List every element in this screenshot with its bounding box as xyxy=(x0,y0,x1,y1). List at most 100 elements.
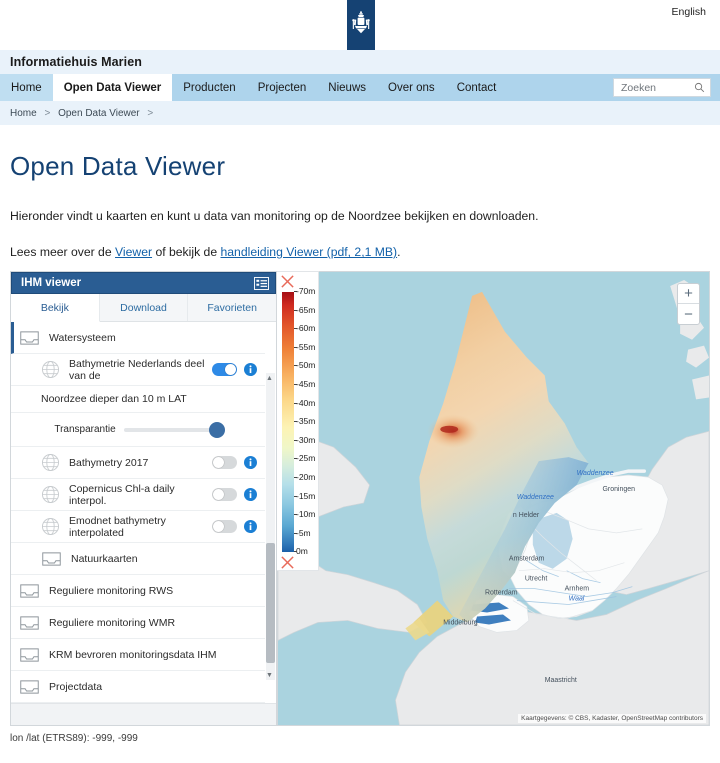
links-prefix: Lees meer over de xyxy=(10,245,116,260)
layer-tree-scrollbar[interactable]: ▲ ▼ xyxy=(266,373,275,680)
viewer-side-panel: IHM viewer Bekijk Download Favorieten Wa… xyxy=(10,271,277,726)
layer-visibility-toggle[interactable] xyxy=(212,488,237,501)
search-input[interactable] xyxy=(619,80,694,95)
tree-layer-label: Copernicus Chl-a daily interpol. xyxy=(69,482,175,507)
tree-layer-bathymetry-2017[interactable]: Bathymetry 2017 xyxy=(11,447,265,479)
breadcrumb-item-home[interactable]: Home xyxy=(10,108,37,119)
tree-group-reguliere-monitoring-rws[interactable]: Reguliere monitoring RWS xyxy=(11,575,265,607)
viewer-link[interactable]: Viewer xyxy=(115,245,152,259)
tree-group-krm-bevroren-monitoringsdata[interactable]: KRM bevroren monitoringsdata IHM xyxy=(11,639,265,671)
scrollbar-thumb[interactable] xyxy=(266,543,275,663)
globe-icon xyxy=(41,485,60,504)
toggle-knob xyxy=(213,457,224,468)
info-icon[interactable] xyxy=(244,456,257,469)
list-menu-icon[interactable] xyxy=(254,276,269,290)
nav-item-projecten[interactable]: Projecten xyxy=(247,74,318,101)
globe-icon xyxy=(41,453,60,472)
links-middle: of bekijk de xyxy=(152,245,221,260)
layer-tree: Watersysteem Bathymetrie Nederlands deel… xyxy=(11,322,276,703)
transparency-label: Transparantie xyxy=(54,424,116,435)
handleiding-pdf-link[interactable]: handleiding Viewer (pdf, 2,1 MB) xyxy=(221,245,398,259)
map-graphics: Waddenzee Waddenzee Groningen n Helder A… xyxy=(278,272,709,725)
tree-group-label: Watersysteem xyxy=(49,331,116,344)
language-switch-link[interactable]: English xyxy=(672,6,706,18)
layer-visibility-toggle[interactable] xyxy=(212,520,237,533)
tree-group-label: KRM bevroren monitoringsdata IHM xyxy=(49,648,217,661)
nav-item-over-ons[interactable]: Over ons xyxy=(377,74,446,101)
legend-tick: -20m xyxy=(293,472,316,482)
tree-layer-emodnet-bathymetry[interactable]: Emodnet bathymetry interpolated xyxy=(11,511,265,543)
info-icon[interactable] xyxy=(244,488,257,501)
folder-icon xyxy=(20,647,39,662)
close-x-icon-bottom[interactable] xyxy=(280,555,295,570)
map-label-den-helder: n Helder xyxy=(513,512,540,519)
search-box[interactable] xyxy=(613,78,711,97)
legend-tick: -25m xyxy=(293,453,316,464)
map-label-waddenzee-2: Waddenzee xyxy=(517,494,554,501)
government-top-bar: English xyxy=(0,0,720,50)
breadcrumb-separator: > xyxy=(44,107,51,119)
scroll-up-arrow[interactable]: ▲ xyxy=(265,373,274,383)
tree-layer-label: Bathymetrie Nederlands deel van de xyxy=(69,357,205,382)
tab-download[interactable]: Download xyxy=(100,294,189,321)
tab-favorieten[interactable]: Favorieten xyxy=(188,294,276,321)
map-label-middelburg: Middelburg xyxy=(443,619,478,626)
search-icon[interactable] xyxy=(694,82,705,93)
transparency-slider[interactable] xyxy=(123,421,225,438)
breadcrumb-separator-2: > xyxy=(147,107,154,119)
map-label-waddenzee-1: Waddenzee xyxy=(577,470,614,477)
tree-layer-subtitle: Noordzee dieper dan 10 m LAT xyxy=(11,386,265,413)
info-icon[interactable] xyxy=(244,520,257,533)
breadcrumb-item-open-data-viewer[interactable]: Open Data Viewer xyxy=(58,108,140,119)
zoom-in-button[interactable]: + xyxy=(678,284,699,304)
depth-legend: -70m -65m -60m -55m -50m -45m -40m -35m … xyxy=(277,271,319,571)
folder-icon xyxy=(42,551,61,566)
nav-item-nieuws[interactable]: Nieuws xyxy=(317,74,377,101)
folder-icon xyxy=(20,615,39,630)
globe-icon xyxy=(41,360,60,379)
legend-tick: -5m xyxy=(294,527,311,538)
coordinate-status-text: lon /lat (ETRS89): -999, -999 xyxy=(10,733,138,744)
nav-item-contact[interactable]: Contact xyxy=(446,74,508,101)
tree-group-projectdata[interactable]: Projectdata xyxy=(11,671,265,703)
ihm-viewer-app: IHM viewer Bekijk Download Favorieten Wa… xyxy=(10,271,710,726)
legend-tick: -60m xyxy=(293,323,316,334)
nav-item-home[interactable]: Home xyxy=(0,74,53,101)
legend-tick: -40m xyxy=(293,397,316,408)
tree-group-watersysteem[interactable]: Watersysteem xyxy=(11,322,265,354)
page-content: Open Data Viewer Hieronder vindt u kaart… xyxy=(0,151,720,259)
info-icon[interactable] xyxy=(244,363,257,376)
globe-icon xyxy=(41,517,60,536)
tree-layer-bathymetrie-nederlands[interactable]: Bathymetrie Nederlands deel van de xyxy=(11,354,265,386)
viewer-title: IHM viewer xyxy=(21,277,82,289)
page-links-paragraph: Lees meer over de Viewer of bekijk de ha… xyxy=(10,245,710,259)
scroll-down-arrow[interactable]: ▼ xyxy=(265,670,274,680)
site-title-band: Informatiehuis Marien xyxy=(0,50,720,74)
dutch-coat-of-arms-icon xyxy=(347,0,375,50)
transparency-slider-handle[interactable] xyxy=(208,421,225,438)
tree-group-label: Reguliere monitoring WMR xyxy=(49,616,176,629)
tree-group-natuurkaarten[interactable]: Natuurkaarten xyxy=(11,543,265,575)
legend-tick: -15m xyxy=(293,490,316,501)
nav-item-open-data-viewer[interactable]: Open Data Viewer xyxy=(52,74,173,101)
breadcrumb: Home > Open Data Viewer > xyxy=(0,101,720,125)
folder-icon xyxy=(20,679,39,694)
tree-group-reguliere-monitoring-wmr[interactable]: Reguliere monitoring WMR xyxy=(11,607,265,639)
zoom-out-button[interactable]: − xyxy=(678,304,699,324)
tree-layer-label: Emodnet bathymetry interpolated xyxy=(69,514,166,539)
close-x-icon-top[interactable] xyxy=(280,274,295,289)
main-navigation: Home Open Data Viewer Producten Projecte… xyxy=(0,74,720,101)
legend-tick: -65m xyxy=(293,304,316,315)
tab-bekijk[interactable]: Bekijk xyxy=(11,294,100,322)
tree-layer-copernicus-chl-a[interactable]: Copernicus Chl-a daily interpol. xyxy=(11,479,265,511)
map-label-amsterdam: Amsterdam xyxy=(509,556,545,563)
layer-visibility-toggle[interactable] xyxy=(212,363,237,376)
legend-tick: 0m xyxy=(294,546,308,557)
legend-tick: -50m xyxy=(293,360,316,371)
depth-color-bar xyxy=(282,292,294,552)
legend-tick: -10m xyxy=(293,509,316,520)
nav-item-producten[interactable]: Producten xyxy=(172,74,246,101)
map-canvas[interactable]: Waddenzee Waddenzee Groningen n Helder A… xyxy=(277,271,710,726)
map-label-arnhem: Arnhem xyxy=(565,586,590,593)
layer-visibility-toggle[interactable] xyxy=(212,456,237,469)
